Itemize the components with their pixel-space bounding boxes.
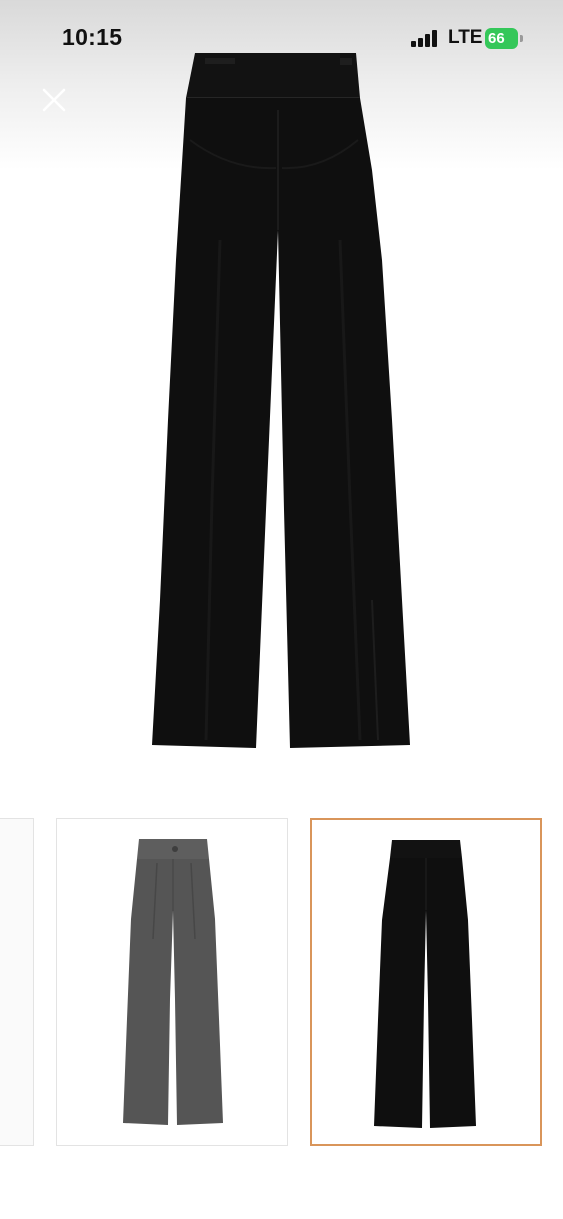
status-time: 10:15 bbox=[62, 24, 123, 50]
cellular-signal-icon bbox=[411, 30, 439, 47]
status-bar: 10:15 LTE 66 bbox=[0, 0, 563, 76]
battery-level: 66 bbox=[485, 28, 518, 49]
thumbnail-2[interactable] bbox=[56, 818, 288, 1146]
battery-tip bbox=[520, 35, 523, 42]
close-icon bbox=[42, 88, 66, 112]
close-button[interactable] bbox=[36, 82, 72, 118]
black-trousers-thumbnail bbox=[374, 840, 476, 1128]
grey-trousers-thumbnail bbox=[123, 839, 223, 1125]
main-product-image[interactable] bbox=[0, 40, 563, 770]
thumbnail-strip bbox=[0, 818, 563, 1150]
thumbnail-1[interactable] bbox=[0, 818, 34, 1146]
trousers-partial-thumbnail bbox=[0, 819, 33, 1145]
thumbnail-3-selected[interactable] bbox=[310, 818, 542, 1146]
product-image-viewer: 10:15 LTE 66 bbox=[0, 0, 563, 1219]
black-trousers-back-image bbox=[152, 53, 410, 748]
network-type: LTE bbox=[448, 27, 483, 48]
battery-icon: 66 bbox=[485, 28, 525, 49]
